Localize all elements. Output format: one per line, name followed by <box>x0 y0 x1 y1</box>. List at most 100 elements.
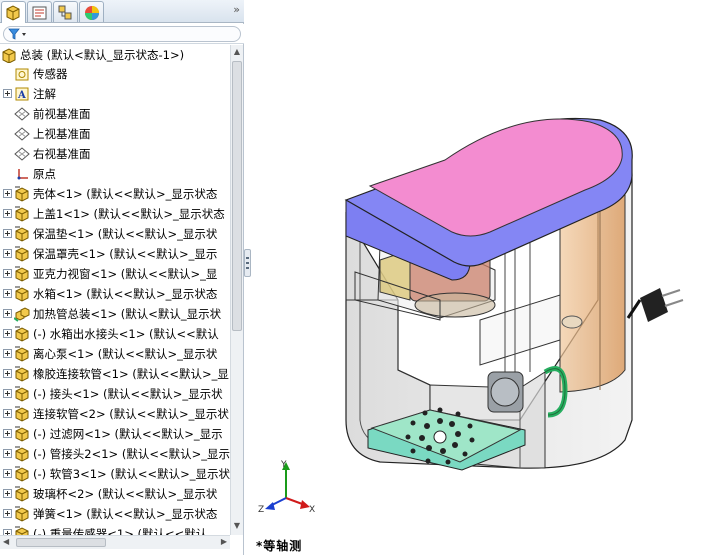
sensor-icon <box>15 68 29 81</box>
filter-icon <box>8 28 26 40</box>
model-view[interactable]: Y X Z <box>252 0 704 555</box>
power-plug <box>626 288 684 322</box>
expand-plus-icon[interactable] <box>3 489 12 498</box>
hscroll-thumb[interactable] <box>16 538 106 547</box>
tree-item[interactable]: 传感器 <box>0 64 230 84</box>
tree-root-assembly[interactable]: 总装 (默认<默认_显示状态-1>) <box>0 45 230 65</box>
plane-icon <box>14 107 30 121</box>
tree-item[interactable]: 加热管总装<1> (默认<默认_显示状 <box>0 304 230 324</box>
axis-triad <box>265 462 310 510</box>
tree-item[interactable]: 原点 <box>0 164 230 184</box>
scroll-down-icon[interactable]: ▼ <box>232 521 242 533</box>
expand-plus-icon[interactable] <box>3 449 12 458</box>
expand-plus-icon[interactable] <box>3 229 12 238</box>
expand-plus-icon[interactable] <box>3 389 12 398</box>
tree-item[interactable]: (-) 重量传感器<1> (默认<<默认 <box>0 524 230 535</box>
expand-plus-icon[interactable] <box>3 429 12 438</box>
part-icon <box>15 486 29 502</box>
expand-plus-icon[interactable] <box>3 89 12 98</box>
tree-item-label: 壳体<1> (默认<<默认>_显示状态 <box>33 187 218 201</box>
part-icon <box>15 226 29 242</box>
tree-vertical-scrollbar[interactable]: ▲ ▼ <box>230 45 243 535</box>
expand-plus-icon[interactable] <box>3 269 12 278</box>
tree-item-label: 总装 (默认<默认_显示状态-1>) <box>20 48 185 62</box>
tree-item[interactable]: (-) 软管3<1> (默认<<默认>_显示状 <box>0 464 230 484</box>
tree-item-label: 传感器 <box>33 67 68 81</box>
tree-item-label: 橡胶连接软管<1> (默认<<默认>_显 <box>33 367 229 381</box>
tree-item[interactable]: 离心泵<1> (默认<<默认>_显示状 <box>0 344 230 364</box>
expand-plus-icon[interactable] <box>3 509 12 518</box>
tree-item-label: 离心泵<1> (默认<<默认>_显示状 <box>33 347 218 361</box>
expand-plus-icon[interactable] <box>3 189 12 198</box>
tree-item-label: (-) 过滤网<1> (默认<<默认>_显示 <box>33 427 223 441</box>
plane-icon <box>14 127 30 141</box>
tree-item[interactable]: 保温罩壳<1> (默认<<默认>_显示 <box>0 244 230 264</box>
tab-configuration-manager[interactable] <box>53 1 78 22</box>
tab-property-manager[interactable] <box>27 1 52 22</box>
tree-item[interactable]: (-) 管接头2<1> (默认<<默认>_显示 <box>0 444 230 464</box>
scroll-left-icon[interactable]: ◀ <box>3 537 9 546</box>
part-icon <box>15 266 29 282</box>
tab-display-manager[interactable] <box>79 1 104 22</box>
tree-item[interactable]: 连接软管<2> (默认<<默认>_显示状 <box>0 404 230 424</box>
expand-plus-icon[interactable] <box>3 469 12 478</box>
scroll-thumb[interactable] <box>232 61 242 331</box>
assembly-icon <box>14 307 30 322</box>
tree-item-label: (-) 软管3<1> (默认<<默认>_显示状 <box>33 467 230 481</box>
expand-plus-icon[interactable] <box>3 369 12 378</box>
part-icon <box>15 206 29 222</box>
part-icon <box>15 526 29 535</box>
part-icon <box>15 446 29 462</box>
feature-tree-icon <box>6 5 20 21</box>
expand-plus-icon[interactable] <box>3 209 12 218</box>
tree-item[interactable]: 橡胶连接软管<1> (默认<<默认>_显 <box>0 364 230 384</box>
filter-button[interactable] <box>3 26 241 42</box>
tree-item-label: 弹簧<1> (默认<<默认>_显示状态 <box>33 507 218 521</box>
tree-item[interactable]: 壳体<1> (默认<<默认>_显示状态 <box>0 184 230 204</box>
expand-plus-icon[interactable] <box>3 329 12 338</box>
tree-item-label: 亚克力视窗<1> (默认<<默认>_显 <box>33 267 218 281</box>
tree-item-label: (-) 水箱出水接头<1> (默认<<默认 <box>33 327 219 341</box>
tree-item[interactable]: 亚克力视窗<1> (默认<<默认>_显 <box>0 264 230 284</box>
expand-plus-icon[interactable] <box>3 349 12 358</box>
scroll-right-icon[interactable]: ▶ <box>221 537 227 546</box>
tree-item[interactable]: 保温垫<1> (默认<<默认>_显示状 <box>0 224 230 244</box>
part-icon <box>15 326 29 342</box>
plane-icon <box>14 147 30 161</box>
tree-item-label: 原点 <box>33 167 56 181</box>
tree-item[interactable]: 右视基准面 <box>0 144 230 164</box>
expand-plus-icon[interactable] <box>3 309 12 318</box>
feature-tree: 总装 (默认<默认_显示状态-1>) 传感器 A 注解前视基准面上视基准面 右视基准面原… <box>0 45 230 535</box>
origin-icon <box>17 169 28 180</box>
axis-z-label: Z <box>258 505 264 515</box>
tree-item[interactable]: 上盖1<1> (默认<<默认>_显示状态 <box>0 204 230 224</box>
axis-y-label: Y <box>280 460 287 470</box>
tree-item[interactable]: 上视基准面 <box>0 124 230 144</box>
expand-plus-icon[interactable] <box>3 289 12 298</box>
expand-plus-icon[interactable] <box>3 249 12 258</box>
tree-item[interactable]: 前视基准面 <box>0 104 230 124</box>
tree-item[interactable]: 水箱<1> (默认<<默认>_显示状态 <box>0 284 230 304</box>
tree-item-label: (-) 重量传感器<1> (默认<<默认 <box>33 527 208 535</box>
panel-splitter-handle[interactable] <box>244 249 251 277</box>
tree-item[interactable]: 玻璃杯<2> (默认<<默认>_显示状 <box>0 484 230 504</box>
panel-expand-button[interactable]: » <box>233 3 240 16</box>
panel-tab-bar: » <box>0 0 244 23</box>
tree-horizontal-scrollbar[interactable]: ◀ ▶ <box>0 535 230 549</box>
part-icon <box>15 346 29 362</box>
tree-item[interactable]: (-) 水箱出水接头<1> (默认<<默认 <box>0 324 230 344</box>
part-icon <box>15 406 29 422</box>
tree-item-label: 前视基准面 <box>33 107 91 121</box>
tree-item[interactable]: 弹簧<1> (默认<<默认>_显示状态 <box>0 504 230 524</box>
part-icon <box>15 186 29 202</box>
tab-feature-manager[interactable] <box>1 1 26 23</box>
part-icon <box>15 286 29 302</box>
tree-item[interactable]: (-) 接头<1> (默认<<默认>_显示状 <box>0 384 230 404</box>
graphics-viewport[interactable]: Y X Z <box>252 0 704 555</box>
tree-item[interactable]: A 注解 <box>0 84 230 104</box>
expand-plus-icon[interactable] <box>3 409 12 418</box>
root-icon <box>2 48 16 63</box>
scroll-up-icon[interactable]: ▲ <box>232 47 242 59</box>
tree-item-label: 水箱<1> (默认<<默认>_显示状态 <box>33 287 218 301</box>
tree-item[interactable]: (-) 过滤网<1> (默认<<默认>_显示 <box>0 424 230 444</box>
